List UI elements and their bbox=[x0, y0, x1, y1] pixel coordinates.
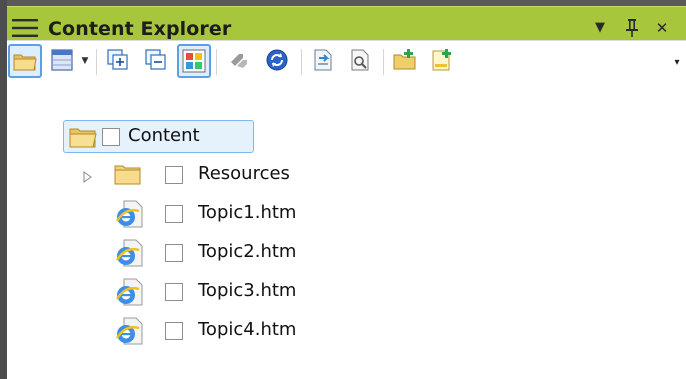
tree-node-topic3[interactable]: Topic3.htm bbox=[7, 274, 686, 310]
refresh-icon bbox=[266, 49, 288, 71]
table-layout-icon bbox=[51, 49, 73, 71]
tree-checkbox[interactable] bbox=[165, 244, 183, 262]
folder-icon bbox=[114, 165, 141, 185]
toolbar-separator bbox=[216, 49, 217, 75]
layout-dropdown-arrow[interactable]: ▼ bbox=[80, 56, 90, 66]
toolbar-button-color-grid[interactable] bbox=[177, 44, 211, 78]
open-folder-icon bbox=[13, 54, 37, 71]
toolbar: ▼ ▾ bbox=[7, 40, 686, 82]
toolbar-button-layout[interactable] bbox=[46, 44, 80, 78]
ie-document-icon bbox=[115, 278, 143, 306]
new-folder-icon bbox=[393, 49, 416, 70]
toolbar-button-open-document[interactable] bbox=[307, 44, 341, 78]
tree-node-content[interactable]: Content bbox=[7, 120, 686, 156]
toolbar-button-link[interactable] bbox=[223, 44, 257, 78]
open-folder-icon bbox=[69, 128, 97, 148]
link-icon bbox=[231, 54, 247, 68]
panel-dropdown-button[interactable]: ▼ bbox=[589, 15, 611, 41]
toolbar-button-new-folder[interactable] bbox=[389, 44, 423, 78]
pin-icon[interactable] bbox=[621, 15, 643, 41]
toolbar-button-refresh[interactable] bbox=[261, 44, 295, 78]
toolbar-button-properties[interactable] bbox=[344, 44, 378, 78]
tree-checkbox[interactable] bbox=[165, 322, 183, 340]
tree-node-topic2[interactable]: Topic2.htm bbox=[7, 235, 686, 271]
content-tree: Content Resources Topic1.htm Topic2.htm … bbox=[7, 82, 686, 379]
toolbar-button-expand-all[interactable] bbox=[102, 44, 136, 78]
new-file-icon bbox=[432, 49, 451, 71]
tree-checkbox[interactable] bbox=[102, 128, 120, 146]
toolbar-overflow-button[interactable]: ▾ bbox=[671, 54, 683, 72]
toolbar-button-open-folder[interactable] bbox=[8, 44, 42, 78]
tree-node-topic4[interactable]: Topic4.htm bbox=[7, 313, 686, 349]
toolbar-button-collapse-all[interactable] bbox=[140, 44, 174, 78]
toolbar-separator bbox=[383, 49, 384, 75]
ie-document-icon bbox=[115, 200, 143, 228]
expand-arrow-icon[interactable] bbox=[83, 171, 93, 183]
tree-node-label: Topic1.htm bbox=[198, 202, 297, 223]
expand-all-icon bbox=[107, 49, 128, 70]
tree-checkbox[interactable] bbox=[165, 166, 183, 184]
ie-document-icon bbox=[115, 317, 143, 345]
tree-node-label: Content bbox=[128, 125, 200, 146]
tree-node-label: Topic3.htm bbox=[198, 280, 297, 301]
toolbar-button-new-file[interactable] bbox=[426, 44, 460, 78]
tree-node-label: Topic2.htm bbox=[198, 241, 297, 262]
tree-node-label: Resources bbox=[198, 163, 290, 184]
tree-node-label: Topic4.htm bbox=[198, 319, 297, 340]
ie-document-icon bbox=[115, 239, 143, 267]
toolbar-separator bbox=[301, 49, 302, 75]
collapse-all-icon bbox=[145, 49, 166, 70]
color-grid-icon bbox=[182, 49, 206, 73]
tree-node-topic1[interactable]: Topic1.htm bbox=[7, 196, 686, 232]
open-document-icon bbox=[314, 49, 332, 71]
tree-checkbox[interactable] bbox=[165, 205, 183, 223]
hamburger-menu-icon[interactable] bbox=[11, 17, 39, 39]
tree-node-resources[interactable]: Resources bbox=[7, 157, 686, 193]
properties-icon bbox=[351, 49, 369, 71]
close-button[interactable]: ✕ bbox=[651, 15, 673, 41]
window-left-border bbox=[0, 0, 7, 379]
panel-title: Content Explorer bbox=[48, 18, 232, 40]
content-explorer-panel: Content Explorer ▼ ✕ ▼ ▾ Content Resourc… bbox=[7, 6, 686, 379]
toolbar-separator bbox=[96, 49, 97, 75]
tree-checkbox[interactable] bbox=[165, 283, 183, 301]
